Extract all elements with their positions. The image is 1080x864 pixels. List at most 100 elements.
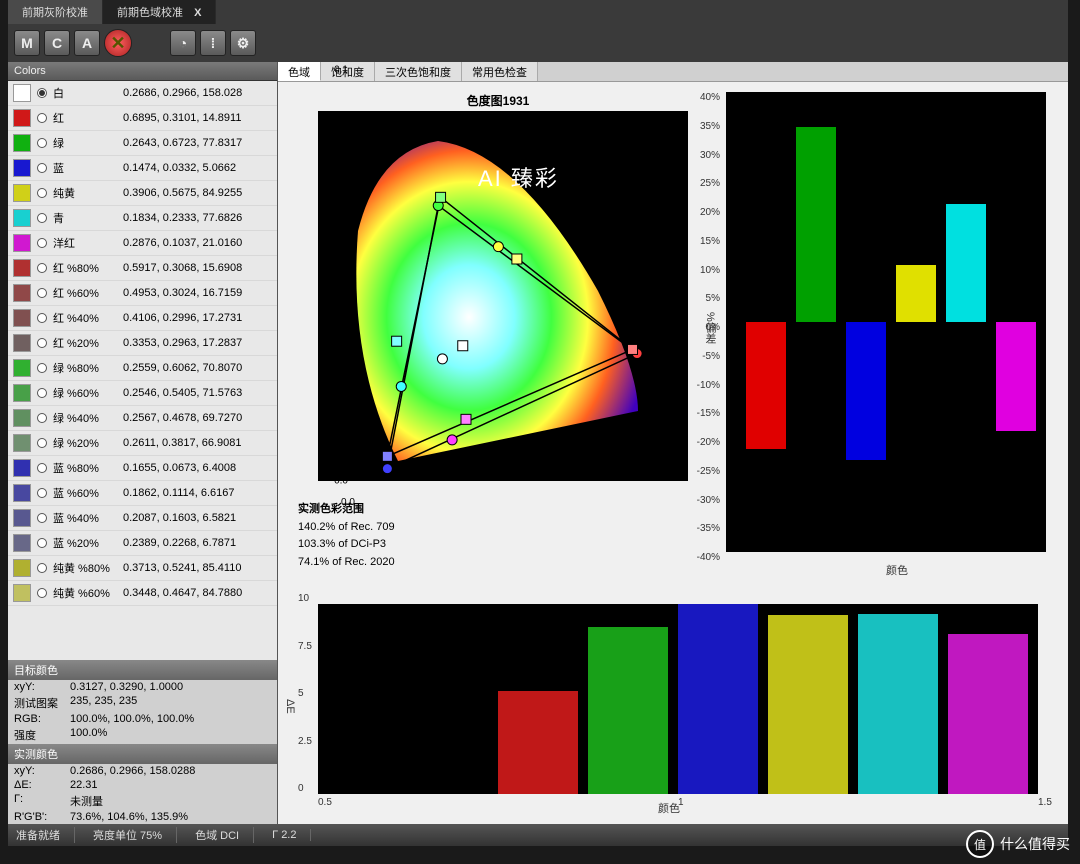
sub-tab-gamut[interactable]: 色域 xyxy=(278,62,321,81)
color-row[interactable]: 白 0.2686, 0.2966, 158.028 xyxy=(8,81,277,106)
sub-tab-tri-saturation[interactable]: 三次色饱和度 xyxy=(375,62,462,81)
de-bar-青 xyxy=(858,614,938,795)
color-values: 0.5917, 0.3068, 15.6908 xyxy=(123,262,272,274)
color-radio[interactable] xyxy=(37,163,47,173)
color-radio[interactable] xyxy=(37,363,47,373)
color-row[interactable]: 红 %80% 0.5917, 0.3068, 15.6908 xyxy=(8,256,277,281)
toolbar-options-icon[interactable]: ⁞ xyxy=(200,30,226,56)
charts-container: 色度图1931 0.00.10.20.30.40.50.60.70.80.9 xyxy=(278,82,1068,824)
status-gamma: Γ 2.2 xyxy=(272,829,311,841)
color-row[interactable]: 绿 %80% 0.2559, 0.6062, 70.8070 xyxy=(8,356,277,381)
measured-rgb-k: R'G'B': xyxy=(14,811,70,823)
target-intensity-v: 100.0% xyxy=(70,727,107,743)
target-xyY-v: 0.3127, 0.3290, 1.0000 xyxy=(70,681,183,693)
watermark-text: 什么值得买 xyxy=(1000,834,1070,854)
tab-close-icon[interactable]: X xyxy=(194,7,201,19)
color-row[interactable]: 绿 %40% 0.2567, 0.4678, 69.7270 xyxy=(8,406,277,431)
color-radio[interactable] xyxy=(37,88,47,98)
gamut-info-header: 实测色彩范围 xyxy=(298,501,708,519)
main-toolbar: M C A ✕ ◔ ⁞ ⚙ xyxy=(8,24,1068,62)
color-name: 绿 %80% xyxy=(53,360,117,376)
bar-纯黄 xyxy=(896,265,936,323)
color-values: 0.1655, 0.0673, 6.4008 xyxy=(123,462,272,474)
color-radio[interactable] xyxy=(37,488,47,498)
color-row[interactable]: 蓝 %80% 0.1655, 0.0673, 6.4008 xyxy=(8,456,277,481)
color-name: 纯黄 %80% xyxy=(53,560,117,576)
luminance-error-chart xyxy=(726,92,1046,552)
tab-gamut[interactable]: 前期色域校准 X xyxy=(103,0,216,24)
color-name: 青 xyxy=(53,210,117,226)
color-row[interactable]: 红 %20% 0.3353, 0.2963, 17.2837 xyxy=(8,331,277,356)
color-row[interactable]: 红 0.6895, 0.3101, 14.8911 xyxy=(8,106,277,131)
color-radio[interactable] xyxy=(37,263,47,273)
color-row[interactable]: 纯黄 %80% 0.3713, 0.5241, 85.4110 xyxy=(8,556,277,581)
toolbar-settings-icon[interactable]: ⚙ xyxy=(230,30,256,56)
color-values: 0.2686, 0.2966, 158.028 xyxy=(123,87,272,99)
color-radio[interactable] xyxy=(37,288,47,298)
color-row[interactable]: 蓝 %60% 0.1862, 0.1114, 6.6167 xyxy=(8,481,277,506)
color-radio[interactable] xyxy=(37,238,47,248)
target-rgb-v: 100.0%, 100.0%, 100.0% xyxy=(70,713,194,725)
color-row[interactable]: 纯黄 0.3906, 0.5675, 84.9255 xyxy=(8,181,277,206)
color-swatch xyxy=(13,109,31,127)
color-swatch xyxy=(13,259,31,277)
color-name: 纯黄 %60% xyxy=(53,585,117,601)
toolbar-m-button[interactable]: M xyxy=(14,30,40,56)
toolbar-a-button[interactable]: A xyxy=(74,30,100,56)
color-row[interactable]: 红 %60% 0.4953, 0.3024, 16.7159 xyxy=(8,281,277,306)
color-swatch xyxy=(13,384,31,402)
status-gamut: 色域 DCI xyxy=(195,827,254,843)
measured-dE-k: ΔE: xyxy=(14,779,70,791)
color-radio[interactable] xyxy=(37,538,47,548)
color-swatch xyxy=(13,509,31,527)
target-header: 目标颜色 xyxy=(8,660,277,680)
color-swatch xyxy=(13,234,31,252)
measured-rgb-v: 73.6%, 104.6%, 135.9% xyxy=(70,811,188,823)
color-row[interactable]: 蓝 %40% 0.2087, 0.1603, 6.5821 xyxy=(8,506,277,531)
color-radio[interactable] xyxy=(37,463,47,473)
color-values: 0.2389, 0.2268, 6.7871 xyxy=(123,537,272,549)
color-swatch xyxy=(13,184,31,202)
color-name: 绿 %20% xyxy=(53,435,117,451)
color-radio[interactable] xyxy=(37,113,47,123)
color-values: 0.2643, 0.6723, 77.8317 xyxy=(123,137,272,149)
sub-tabs: 色域 饱和度 三次色饱和度 常用色检查 xyxy=(278,62,1068,82)
color-row[interactable]: 绿 %20% 0.2611, 0.3817, 66.9081 xyxy=(8,431,277,456)
color-radio[interactable] xyxy=(37,438,47,448)
color-values: 0.2876, 0.1037, 21.0160 xyxy=(123,237,272,249)
color-radio[interactable] xyxy=(37,413,47,423)
color-row[interactable]: 红 %40% 0.4106, 0.2996, 17.2731 xyxy=(8,306,277,331)
color-radio[interactable] xyxy=(37,188,47,198)
color-radio[interactable] xyxy=(37,513,47,523)
sub-tab-color-check[interactable]: 常用色检查 xyxy=(462,62,538,81)
tab-grayscale[interactable]: 前期灰阶校准 xyxy=(8,0,103,24)
cie-title: 色度图1931 xyxy=(288,92,708,109)
color-row[interactable]: 青 0.1834, 0.2333, 77.6826 xyxy=(8,206,277,231)
color-list[interactable]: 白 0.2686, 0.2966, 158.028 红 0.6895, 0.31… xyxy=(8,81,277,660)
color-row[interactable]: 蓝 %20% 0.2389, 0.2268, 6.7871 xyxy=(8,531,277,556)
bc2-xlabel: 颜色 xyxy=(658,800,680,816)
color-radio[interactable] xyxy=(37,213,47,223)
color-radio[interactable] xyxy=(37,338,47,348)
color-row[interactable]: 蓝 0.1474, 0.0332, 5.0662 xyxy=(8,156,277,181)
color-row[interactable]: 绿 0.2643, 0.6723, 77.8317 xyxy=(8,131,277,156)
color-radio[interactable] xyxy=(37,313,47,323)
content-area: 色域 饱和度 三次色饱和度 常用色检查 色度图1931 0.00.10.20.3… xyxy=(278,62,1068,824)
toolbar-c-button[interactable]: C xyxy=(44,30,70,56)
toolbar-timer-icon[interactable]: ◔ xyxy=(170,30,196,56)
color-swatch xyxy=(13,309,31,327)
color-radio[interactable] xyxy=(37,588,47,598)
color-name: 白 xyxy=(53,85,117,101)
color-swatch xyxy=(13,134,31,152)
toolbar-stop-button[interactable]: ✕ xyxy=(104,29,132,57)
color-values: 0.3353, 0.2963, 17.2837 xyxy=(123,337,272,349)
color-radio[interactable] xyxy=(37,563,47,573)
document-tabs: 前期灰阶校准 前期色域校准 X xyxy=(8,0,1068,24)
color-swatch xyxy=(13,434,31,452)
status-bar: 准备就绪 亮度单位 75% 色域 DCI Γ 2.2 xyxy=(8,824,1068,846)
color-radio[interactable] xyxy=(37,138,47,148)
color-row[interactable]: 绿 %60% 0.2546, 0.5405, 71.5763 xyxy=(8,381,277,406)
color-row[interactable]: 洋红 0.2876, 0.1037, 21.0160 xyxy=(8,231,277,256)
color-row[interactable]: 纯黄 %60% 0.3448, 0.4647, 84.7880 xyxy=(8,581,277,606)
color-radio[interactable] xyxy=(37,388,47,398)
